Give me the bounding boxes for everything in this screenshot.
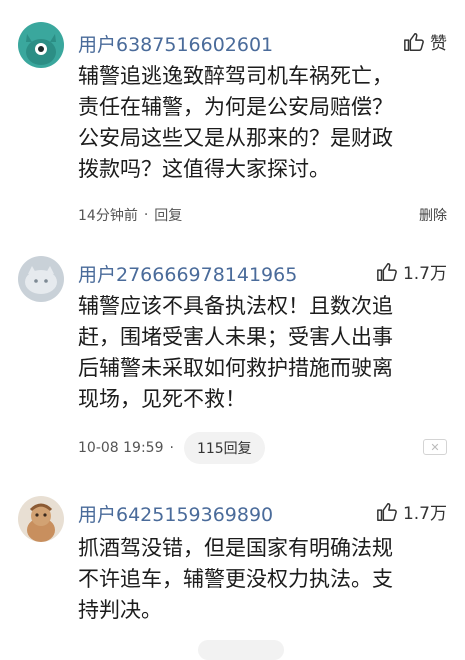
replies-button[interactable]: 115回复 xyxy=(183,432,265,464)
comment-text: 辅警追逃逸致醉驾司机车祸死亡， 责任在辅警，为何是公安局赔偿？ 公安局这些又是从… xyxy=(78,61,448,185)
doll-avatar-icon xyxy=(18,496,64,542)
avatar[interactable] xyxy=(18,496,64,542)
comment-line: 辅警追逃逸致醉驾司机车祸死亡， xyxy=(78,64,393,88)
like-button[interactable]: 赞 xyxy=(403,29,447,54)
comment-line: 持判决。 xyxy=(78,598,162,622)
like-button[interactable]: 1.7万 xyxy=(376,259,447,284)
comment-line: 抓酒驾没错，但是国家有明确法规 xyxy=(78,536,393,560)
thumbs-up-icon xyxy=(404,32,424,51)
comment-line: 后辅警未采取如何救护措施而驶离 xyxy=(78,356,393,380)
comment-line: 责任在辅警，为何是公安局赔偿？ xyxy=(78,95,393,119)
username[interactable]: 用户276666978141965 xyxy=(78,260,297,287)
like-count: 1.7万 xyxy=(402,264,447,284)
username[interactable]: 用户6387516602601 xyxy=(78,30,273,57)
comment-meta: 10-08 19:59 · 115回复 xyxy=(78,432,265,464)
username[interactable]: 用户6425159369890 xyxy=(78,500,273,527)
comment-line: 赶，围堵受害人未果；受害人出事 xyxy=(78,325,393,349)
comment-text: 辅警应该不具备执法权！且数次追 赶，围堵受害人未果；受害人出事 后辅警未采取如何… xyxy=(78,291,448,415)
comment-line: 公安局这些又是从那来的？是财政 xyxy=(78,126,393,150)
avatar[interactable] xyxy=(18,256,64,302)
delete-button[interactable]: 删除 xyxy=(419,205,447,225)
replies-button-partial[interactable] xyxy=(198,640,284,660)
teal-monster-avatar-icon xyxy=(18,22,64,68)
comment-text: 抓酒驾没错，但是国家有明确法规 不许追车，辅警更没权力执法。支 持判决。 xyxy=(78,533,448,626)
like-count: 1.7万 xyxy=(402,504,447,524)
comment-line: 现场，见死不救！ xyxy=(78,387,246,411)
comment-meta: 14分钟前 · 回复 xyxy=(78,205,182,225)
comment-line: 辅警应该不具备执法权！且数次追 xyxy=(78,294,393,318)
reply-link[interactable]: 回复 xyxy=(154,205,182,225)
separator-dot: · xyxy=(143,207,149,223)
avatar[interactable] xyxy=(18,22,64,68)
like-button[interactable]: 1.7万 xyxy=(376,499,447,524)
close-icon[interactable]: ✕ xyxy=(423,439,447,455)
like-label: 赞 xyxy=(430,34,447,54)
timestamp: 10-08 19:59 xyxy=(78,440,164,456)
thumbs-up-icon xyxy=(377,262,397,281)
separator-dot: · xyxy=(169,440,174,456)
gray-cat-avatar-icon xyxy=(18,256,64,302)
comment-line: 不许追车，辅警更没权力执法。支 xyxy=(78,567,393,591)
comment-line: 拨款吗？这值得大家探讨。 xyxy=(78,157,330,181)
timestamp: 14分钟前 xyxy=(78,208,138,224)
thumbs-up-icon xyxy=(377,502,397,521)
